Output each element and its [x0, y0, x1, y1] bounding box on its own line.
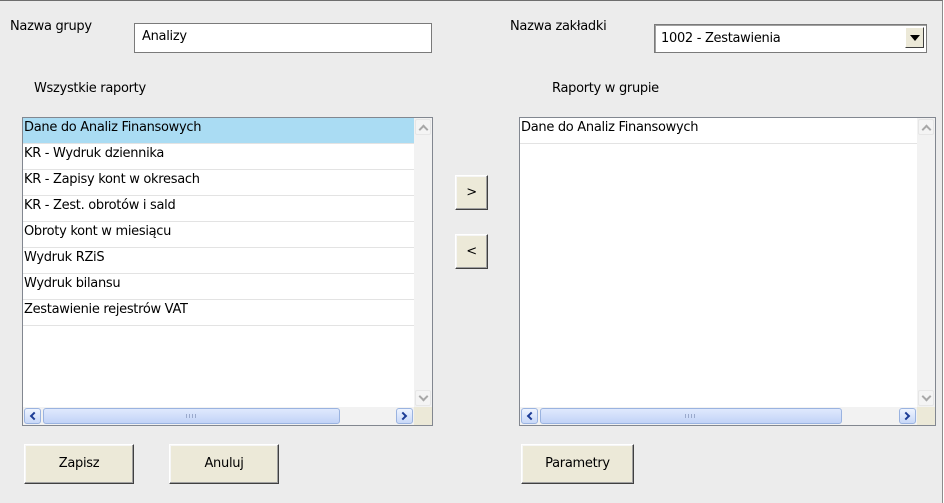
- parameters-button-label: Parametry: [545, 456, 610, 471]
- list-item[interactable]: Wydruk RZiS: [23, 248, 414, 274]
- group-reports-header: Raporty w grupie: [552, 81, 659, 96]
- chevron-down-icon: [418, 391, 429, 402]
- chevron-down-icon: [921, 391, 932, 402]
- scroll-left-button[interactable]: [24, 408, 41, 424]
- horizontal-scrollbar[interactable]: [23, 407, 414, 425]
- list-item[interactable]: KR - Zest. obrotów i sald: [23, 196, 414, 222]
- tab-name-selected-value: 1002 - Zestawienia: [661, 31, 781, 46]
- list-item[interactable]: KR - Wydruk dziennika: [23, 144, 414, 170]
- scroll-up-button[interactable]: [918, 119, 934, 135]
- list-item[interactable]: Wydruk bilansu: [23, 274, 414, 300]
- chevron-left-icon: [29, 411, 39, 421]
- vertical-scrollbar[interactable]: [414, 118, 432, 407]
- chevron-right-icon: [901, 411, 911, 421]
- list-item[interactable]: Dane do Analiz Finansowych: [23, 118, 414, 144]
- chevron-up-icon: [418, 124, 429, 135]
- add-report-label: >: [466, 185, 477, 200]
- scroll-right-button[interactable]: [396, 408, 413, 424]
- tab-name-label: Nazwa zakładki: [510, 19, 607, 34]
- group-reports-list[interactable]: Dane do Analiz Finansowych: [519, 117, 936, 426]
- add-report-button[interactable]: >: [455, 175, 488, 210]
- scroll-down-button[interactable]: [918, 390, 934, 406]
- cancel-button-label: Anuluj: [204, 456, 244, 471]
- chevron-left-icon: [526, 411, 536, 421]
- scroll-corner: [917, 407, 935, 425]
- group-name-input[interactable]: Analizy: [134, 23, 432, 53]
- dropdown-button[interactable]: [905, 27, 924, 48]
- scroll-thumb[interactable]: [43, 408, 340, 424]
- scroll-up-button[interactable]: [415, 119, 431, 135]
- vertical-scrollbar[interactable]: [917, 118, 935, 407]
- chevron-up-icon: [921, 124, 932, 135]
- remove-report-label: <: [466, 244, 477, 259]
- horizontal-scrollbar[interactable]: [520, 407, 917, 425]
- save-button[interactable]: Zapisz: [24, 444, 134, 484]
- scroll-down-button[interactable]: [415, 390, 431, 406]
- list-item[interactable]: Zestawienie rejestrów VAT: [23, 300, 414, 326]
- list-item[interactable]: Dane do Analiz Finansowych: [520, 118, 917, 144]
- chevron-down-icon: [910, 35, 920, 41]
- report-group-window: Nazwa grupy Analizy Nazwa zakładki 1002 …: [0, 0, 943, 503]
- tab-name-select[interactable]: 1002 - Zestawienia: [654, 24, 927, 53]
- list-item[interactable]: Obroty kont w miesiącu: [23, 222, 414, 248]
- group-reports-items: Dane do Analiz Finansowych: [520, 118, 917, 144]
- save-button-label: Zapisz: [58, 456, 100, 471]
- scroll-thumb[interactable]: [540, 408, 842, 424]
- scroll-right-button[interactable]: [899, 408, 916, 424]
- all-reports-header: Wszystkie raporty: [34, 81, 146, 96]
- all-reports-items: Dane do Analiz Finansowych KR - Wydruk dz…: [23, 118, 414, 326]
- list-item[interactable]: KR - Zapisy kont w okresach: [23, 170, 414, 196]
- all-reports-list[interactable]: Dane do Analiz Finansowych KR - Wydruk dz…: [22, 117, 433, 426]
- scroll-left-button[interactable]: [521, 408, 538, 424]
- cancel-button[interactable]: Anuluj: [169, 444, 279, 484]
- remove-report-button[interactable]: <: [455, 234, 488, 269]
- group-name-label: Nazwa grupy: [10, 19, 92, 34]
- scroll-corner: [414, 407, 432, 425]
- parameters-button[interactable]: Parametry: [521, 444, 634, 484]
- chevron-right-icon: [398, 411, 408, 421]
